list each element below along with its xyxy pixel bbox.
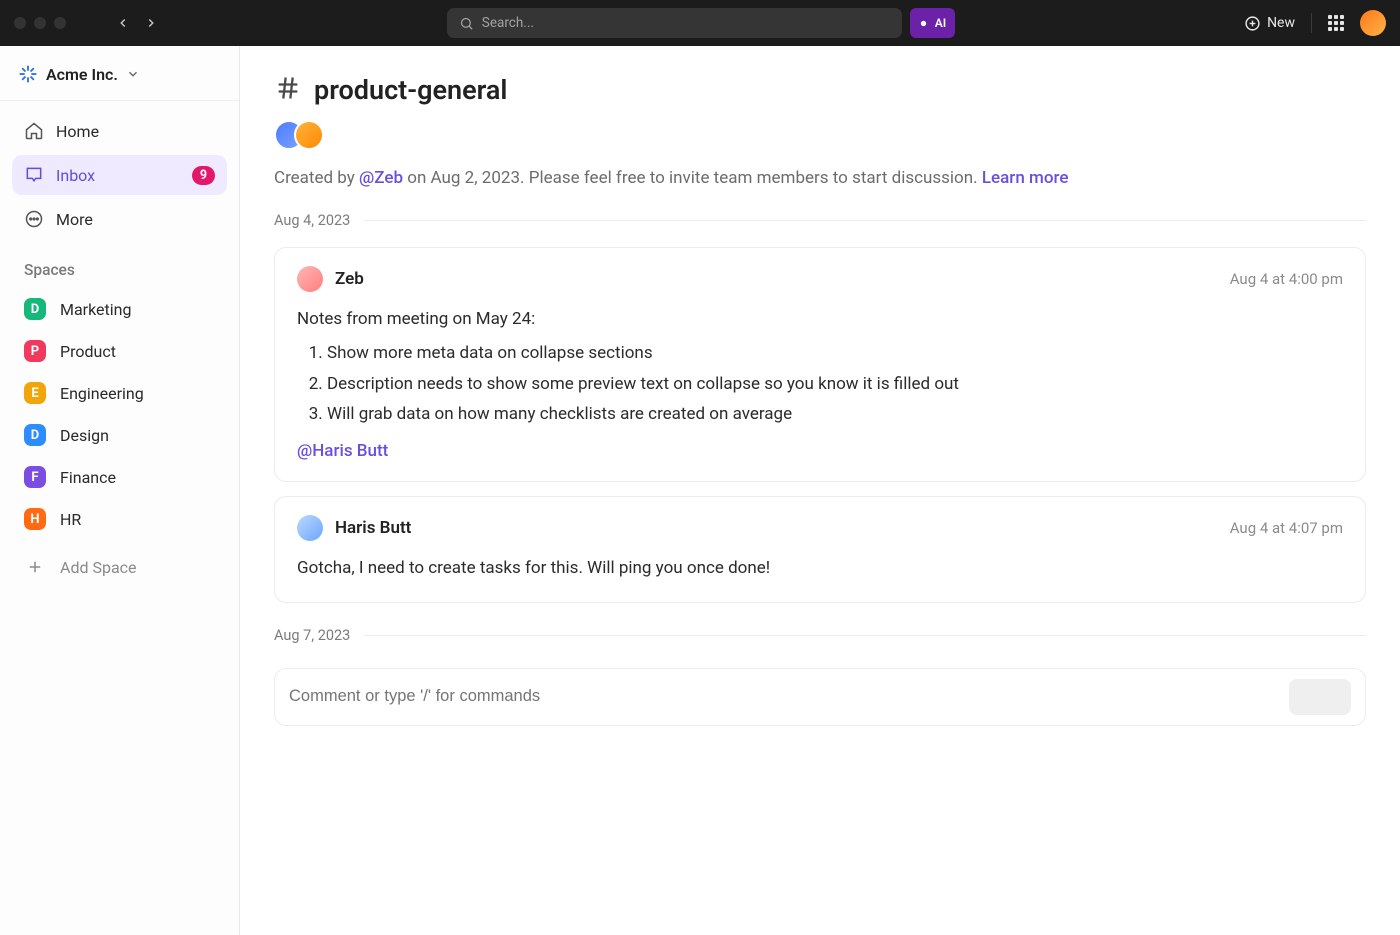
message-time: Aug 4 at 4:07 pm: [1230, 519, 1343, 537]
creator-mention[interactable]: @Zeb: [359, 168, 403, 188]
titlebar: Search... AI New: [0, 0, 1400, 46]
search-icon: [459, 16, 474, 31]
search-placeholder: Search...: [482, 15, 534, 31]
nav-home[interactable]: Home: [12, 111, 227, 151]
apps-button[interactable]: [1328, 15, 1344, 31]
space-design[interactable]: D Design: [12, 415, 227, 455]
space-engineering[interactable]: E Engineering: [12, 373, 227, 413]
message-time: Aug 4 at 4:00 pm: [1230, 270, 1343, 288]
nav-more[interactable]: More: [12, 199, 227, 239]
channel-name: product-general: [314, 74, 507, 106]
channel-members[interactable]: [274, 120, 1366, 150]
list-item: Will grab data on how many checklists ar…: [327, 401, 1343, 427]
global-search[interactable]: Search...: [447, 8, 902, 38]
hash-icon: [274, 74, 302, 106]
plus-circle-icon: [1244, 15, 1261, 32]
inbox-icon: [24, 165, 44, 185]
space-label: Marketing: [60, 300, 131, 319]
space-label: Design: [60, 426, 109, 445]
chevron-down-icon: [126, 67, 140, 81]
add-space-button[interactable]: Add Space: [12, 547, 227, 587]
ai-button[interactable]: AI: [910, 8, 955, 38]
nav-forward-icon[interactable]: [144, 16, 158, 30]
comment-composer[interactable]: [274, 668, 1366, 726]
spaces-header: Spaces: [0, 245, 239, 285]
home-icon: [24, 121, 44, 141]
user-mention[interactable]: @Haris Butt: [297, 441, 388, 461]
author-name[interactable]: Haris Butt: [335, 518, 411, 538]
space-label: HR: [60, 510, 81, 529]
list-item: Description needs to show some preview t…: [327, 371, 1343, 397]
nav-back-icon[interactable]: [116, 16, 130, 30]
space-label: Finance: [60, 468, 116, 487]
space-label: Product: [60, 342, 116, 361]
space-icon: F: [24, 466, 46, 488]
space-icon: E: [24, 382, 46, 404]
plus-icon: [24, 556, 46, 578]
sparkle-icon: [917, 17, 930, 30]
date-divider: Aug 7, 2023: [274, 627, 1366, 644]
list-item: Show more meta data on collapse sections: [327, 340, 1343, 366]
author-avatar[interactable]: [297, 266, 323, 292]
space-product[interactable]: P Product: [12, 331, 227, 371]
send-button[interactable]: [1289, 679, 1351, 715]
member-avatar: [294, 120, 324, 150]
workspace-switcher[interactable]: Acme Inc.: [0, 46, 239, 101]
space-icon: D: [24, 298, 46, 320]
message: Zeb Aug 4 at 4:00 pm Notes from meeting …: [274, 247, 1366, 482]
space-label: Engineering: [60, 384, 144, 403]
space-icon: H: [24, 508, 46, 530]
workspace-logo-icon: [18, 64, 38, 84]
new-button[interactable]: New: [1244, 15, 1295, 32]
space-icon: P: [24, 340, 46, 362]
learn-more-link[interactable]: Learn more: [982, 168, 1069, 188]
space-icon: D: [24, 424, 46, 446]
space-marketing[interactable]: D Marketing: [12, 289, 227, 329]
author-avatar[interactable]: [297, 515, 323, 541]
space-finance[interactable]: F Finance: [12, 457, 227, 497]
space-hr[interactable]: H HR: [12, 499, 227, 539]
inbox-badge: 9: [192, 166, 215, 185]
main-content: product-general Created by @Zeb on Aug 2…: [240, 46, 1400, 935]
channel-description: Created by @Zeb on Aug 2, 2023. Please f…: [274, 168, 1366, 188]
user-avatar[interactable]: [1360, 10, 1386, 36]
window-controls[interactable]: [14, 17, 66, 29]
workspace-name: Acme Inc.: [46, 65, 118, 84]
sidebar: Acme Inc. Home Inbox 9 More Spaces D Mark…: [0, 46, 240, 935]
message: Haris Butt Aug 4 at 4:07 pm Gotcha, I ne…: [274, 496, 1366, 602]
author-name[interactable]: Zeb: [335, 269, 364, 289]
nav-inbox[interactable]: Inbox 9: [12, 155, 227, 195]
date-divider: Aug 4, 2023: [274, 212, 1366, 229]
ellipsis-circle-icon: [24, 209, 44, 229]
comment-input[interactable]: [289, 687, 1279, 706]
